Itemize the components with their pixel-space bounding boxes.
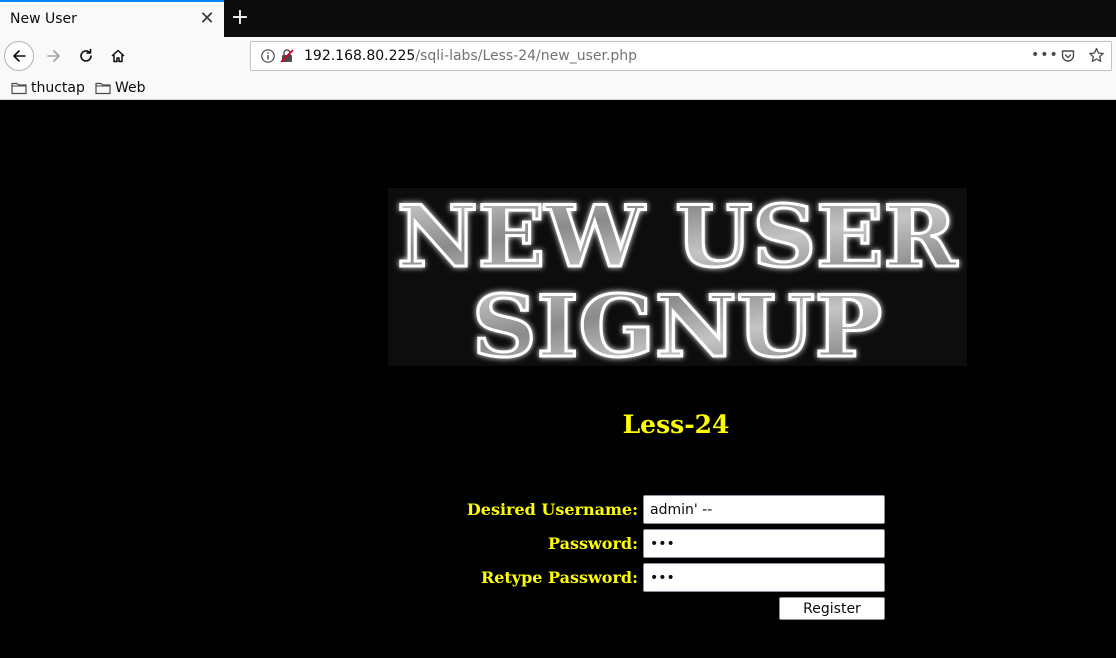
- info-icon[interactable]: [260, 48, 276, 68]
- browser-chrome: New User ✕ + 192.168.80.225/sqli-labs/Le…: [0, 0, 1116, 100]
- arrow-right-icon: [47, 50, 60, 62]
- page-content: NEW USER SIGNUP Less-24 Desired Username…: [0, 100, 1116, 658]
- username-field[interactable]: [643, 495, 885, 524]
- page-actions-icon[interactable]: •••: [1031, 47, 1059, 63]
- retype-password-field[interactable]: [643, 563, 885, 592]
- tab-close-icon[interactable]: ✕: [198, 10, 216, 28]
- reload-icon: [80, 48, 92, 62]
- username-label: Desired Username:: [466, 500, 638, 519]
- bookmark-web[interactable]: Web: [95, 78, 146, 98]
- register-button[interactable]: Register: [779, 597, 885, 620]
- new-user-signup-banner: NEW USER SIGNUP: [388, 188, 967, 366]
- bookmark-star-icon[interactable]: [1088, 47, 1105, 68]
- reload-button[interactable]: [71, 41, 101, 71]
- forward-button[interactable]: [39, 41, 69, 71]
- tab-strip: New User ✕ +: [0, 0, 1116, 37]
- back-button[interactable]: [4, 41, 34, 71]
- url-text[interactable]: 192.168.80.225/sqli-labs/Less-24/new_use…: [304, 48, 637, 64]
- bookmark-thuctap[interactable]: thuctap: [11, 78, 85, 98]
- banner-line-2: SIGNUP: [472, 277, 882, 366]
- arrow-left-icon: [13, 50, 26, 62]
- navigation-toolbar: 192.168.80.225/sqli-labs/Less-24/new_use…: [0, 37, 1116, 75]
- password-field[interactable]: [643, 529, 885, 558]
- bookmarks-toolbar: thuctap Web: [0, 75, 1116, 100]
- insecure-lock-icon[interactable]: [279, 48, 295, 68]
- home-button[interactable]: [103, 41, 133, 71]
- tab-new-user[interactable]: New User ✕: [0, 0, 224, 37]
- url-bar[interactable]: 192.168.80.225/sqli-labs/Less-24/new_use…: [250, 41, 1112, 71]
- bookmark-label: Web: [115, 80, 146, 96]
- folder-icon: [11, 82, 27, 95]
- new-tab-button[interactable]: +: [229, 7, 251, 29]
- folder-icon: [95, 82, 111, 95]
- banner-line-1: NEW USER: [397, 188, 958, 286]
- tab-title: New User: [10, 11, 77, 27]
- retype-password-label: Retype Password:: [480, 568, 638, 587]
- lesson-title: Less-24: [622, 410, 730, 439]
- bookmark-label: thuctap: [31, 80, 85, 96]
- pocket-icon[interactable]: [1060, 48, 1076, 68]
- home-icon: [111, 49, 125, 63]
- password-label: Password:: [548, 534, 638, 553]
- url-host: 192.168.80.225: [304, 48, 416, 64]
- url-path: /sqli-labs/Less-24/new_user.php: [415, 48, 638, 64]
